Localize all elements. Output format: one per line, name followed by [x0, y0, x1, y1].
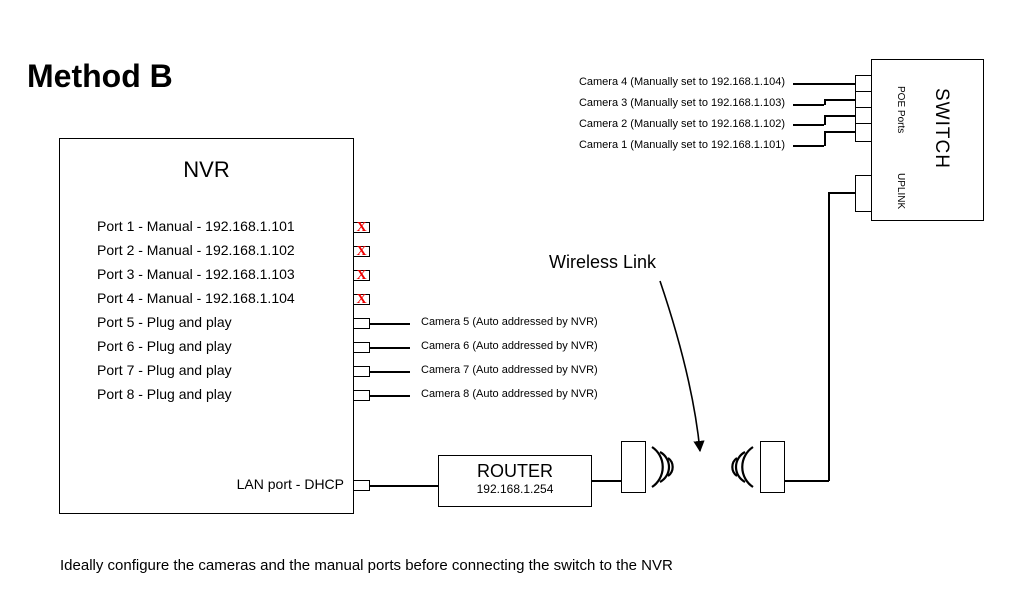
camera-label: Camera 3 (Manually set to 192.168.1.103) [579, 97, 785, 109]
switch-box [871, 59, 984, 221]
footer-note: Ideally configure the cameras and the ma… [60, 557, 673, 574]
switch-uplink-port [855, 175, 872, 212]
switch-title: SWITCH [930, 88, 952, 169]
switch-poe-label: POE Ports [895, 86, 906, 133]
camera-label: Camera 4 (Manually set to 192.168.1.104) [579, 76, 785, 88]
switch-uplink-label: UPLINK [895, 173, 906, 209]
camera-label: Camera 2 (Manually set to 192.168.1.102) [579, 118, 785, 130]
switch-poe-ports [855, 75, 872, 142]
diagram-canvas: Method B NVR Port 1 - Manual - 192.168.1… [0, 0, 1014, 609]
camera-label: Camera 1 (Manually set to 192.168.1.101) [579, 139, 785, 151]
